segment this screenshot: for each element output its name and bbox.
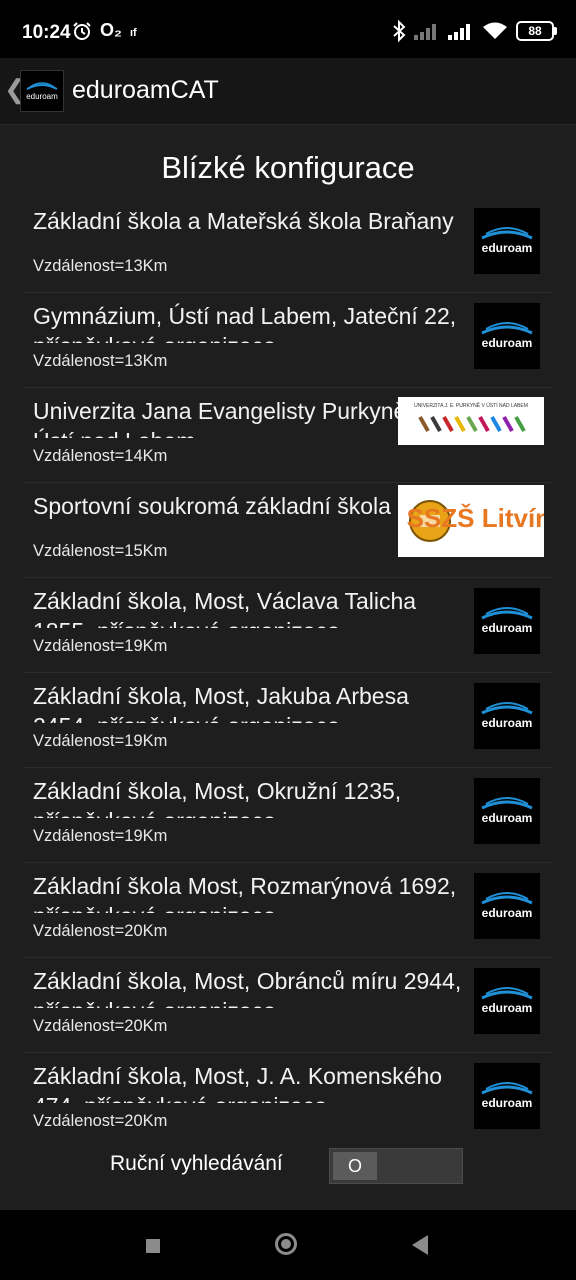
institution-name: Základní škola Most, Rozmarýnová 1692, p… <box>33 873 457 913</box>
action-bar: ❮ eduroam eduroamCAT <box>0 58 576 125</box>
logo-text: SSZŠ Litvínov <box>407 503 544 533</box>
eduroam-logo-icon: eduroam <box>474 588 540 654</box>
distance-label: Vzdálenost=20Km <box>33 1017 168 1035</box>
eduroam-logo-icon: eduroam <box>474 303 540 369</box>
logo-text: eduroam <box>482 1001 533 1015</box>
status-right-icons: 88 <box>392 20 557 42</box>
page-title: Blízké konfigurace <box>161 150 415 185</box>
eduroam-logo-icon: eduroam <box>474 873 540 939</box>
institution-name: Základní škola, Most, Okružní 1235, přís… <box>33 778 402 818</box>
list-item[interactable]: Základní škola, Most, Okružní 1235, přís… <box>24 768 552 863</box>
list-item[interactable]: Základní škola, Most, Václava Talicha 18… <box>24 578 552 673</box>
back-triangle-icon[interactable] <box>412 1235 428 1255</box>
manual-search-toggle[interactable]: O <box>329 1148 463 1184</box>
logo-text: eduroam <box>482 716 533 730</box>
svg-text:ıf: ıf <box>130 27 137 38</box>
logo-text: eduroam <box>482 621 533 635</box>
eduroam-logo-icon: eduroam <box>474 778 540 844</box>
navigation-bar <box>0 1210 576 1280</box>
wifi-icon <box>483 22 507 39</box>
list-item[interactable]: Základní škola, Most, Jakuba Arbesa 2454… <box>24 673 552 768</box>
manual-search-label: Ruční vyhledávání <box>110 1152 283 1175</box>
list-item[interactable]: Základní škola, Most, J. A. Komenského 4… <box>24 1053 552 1147</box>
app-logo-text: eduroam <box>26 92 58 101</box>
eduroam-logo-icon: eduroam <box>474 1063 540 1129</box>
list-item[interactable]: Sportovní soukromá základní škola s.r.o.… <box>24 483 552 578</box>
signal-icon <box>448 24 470 40</box>
institution-name: Základní škola, Most, Václava Talicha 18… <box>33 588 417 628</box>
home-circle-icon[interactable] <box>275 1233 297 1255</box>
bluetooth-icon <box>393 20 406 42</box>
configuration-list: Základní škola a Mateřská škola Braňany … <box>24 198 552 1147</box>
list-item[interactable]: Základní škola, Most, Obránců míru 2944,… <box>24 958 552 1053</box>
logo-text: eduroam <box>482 811 533 825</box>
distance-label: Vzdálenost=19Km <box>33 732 168 750</box>
distance-label: Vzdálenost=19Km <box>33 827 168 845</box>
alarm-icon <box>73 21 91 40</box>
institution-name: Gymnázium, Ústí nad Labem, Jateční 22, p… <box>33 303 457 343</box>
distance-label: Vzdálenost=20Km <box>33 1112 168 1130</box>
data-icon: ıf <box>130 27 137 38</box>
logo-text: eduroam <box>482 336 533 350</box>
institution-name: Základní škola, Most, Jakuba Arbesa 2454… <box>33 683 409 723</box>
distance-label: Vzdálenost=13Km <box>33 257 168 275</box>
logo-text: UNIVERZITA J. E. PURKYNĚ V ÚSTÍ NAD LABE… <box>414 401 528 409</box>
logo-text: eduroam <box>482 241 533 255</box>
institution-name: Základní škola a Mateřská škola Braňany <box>33 208 454 234</box>
status-time: 10:24 <box>22 22 71 43</box>
battery-icon: 88 <box>516 21 557 41</box>
eduroam-logo-icon: eduroam <box>474 208 540 274</box>
list-item[interactable]: Základní škola a Mateřská škola Braňany … <box>24 198 552 293</box>
app-title: eduroamCAT <box>72 76 219 104</box>
institution-name: Základní škola, Most, J. A. Komenského 4… <box>33 1063 443 1103</box>
carrier-label: O₂ <box>100 20 122 40</box>
status-bar: 10:24 O₂ ıf 88 <box>0 0 576 58</box>
list-item[interactable]: Univerzita Jana Evangelisty Purkyně v Ús… <box>24 388 552 483</box>
distance-label: Vzdálenost=14Km <box>33 447 168 465</box>
eduroam-logo-icon: eduroam <box>474 968 540 1034</box>
logo-text: eduroam <box>482 1096 533 1110</box>
sszs-logo-icon: SSZŠ Litvínov <box>398 485 552 557</box>
distance-label: Vzdálenost=15Km <box>33 542 168 560</box>
list-item[interactable]: Gymnázium, Ústí nad Labem, Jateční 22, p… <box>24 293 552 388</box>
app-logo-icon[interactable]: eduroam <box>20 70 64 112</box>
distance-label: Vzdálenost=20Km <box>33 922 168 940</box>
status-left-icons: O₂ ıf <box>72 20 144 41</box>
recents-square-icon[interactable] <box>146 1239 160 1253</box>
signal-icon <box>414 24 436 40</box>
logo-text: eduroam <box>482 906 533 920</box>
distance-label: Vzdálenost=19Km <box>33 637 168 655</box>
university-logo-icon: UNIVERZITA J. E. PURKYNĚ V ÚSTÍ NAD LABE… <box>398 397 544 445</box>
institution-name: Základní škola, Most, Obránců míru 2944,… <box>33 968 462 1008</box>
list-item[interactable]: Základní škola Most, Rozmarýnová 1692, p… <box>24 863 552 958</box>
distance-label: Vzdálenost=13Km <box>33 352 168 370</box>
eduroam-logo-icon: eduroam <box>474 683 540 749</box>
toggle-knob[interactable]: O <box>333 1152 377 1180</box>
